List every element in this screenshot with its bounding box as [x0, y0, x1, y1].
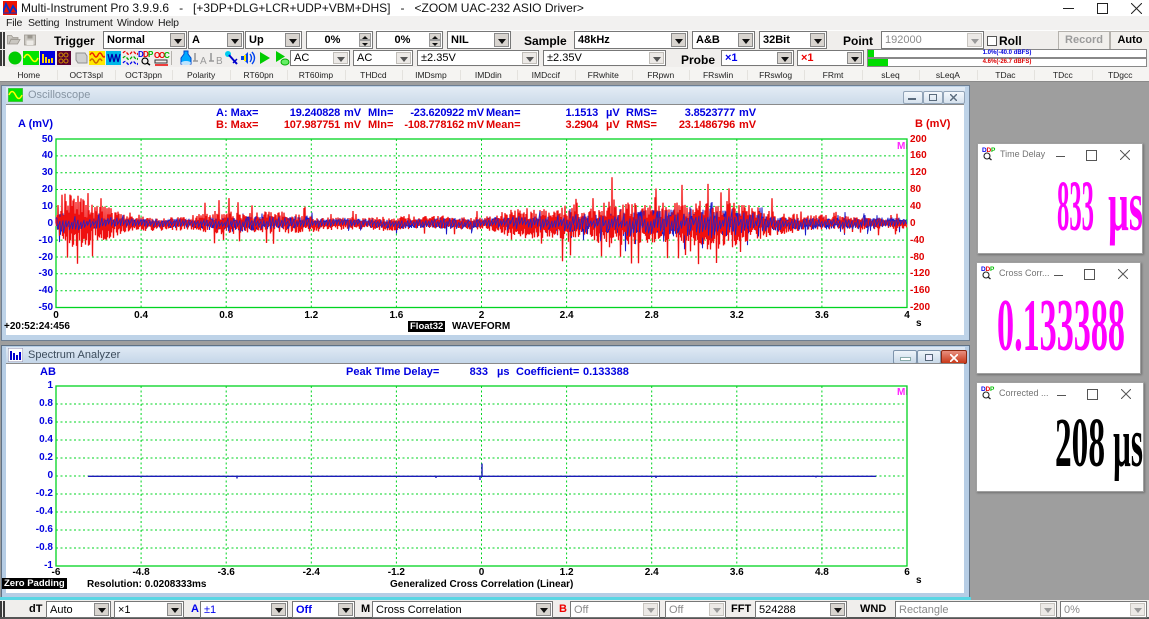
- svg-text:B: B: [216, 56, 223, 66]
- svg-text:0.133388: 0.133388: [997, 285, 1125, 367]
- svg-text:µs: µs: [1113, 405, 1143, 482]
- svg-text:C: C: [164, 51, 170, 60]
- svg-text:833: 833: [1057, 166, 1094, 246]
- svg-text:208: 208: [1055, 405, 1105, 482]
- svg-text:A: A: [200, 56, 207, 66]
- svg-text:µs: µs: [1108, 166, 1142, 246]
